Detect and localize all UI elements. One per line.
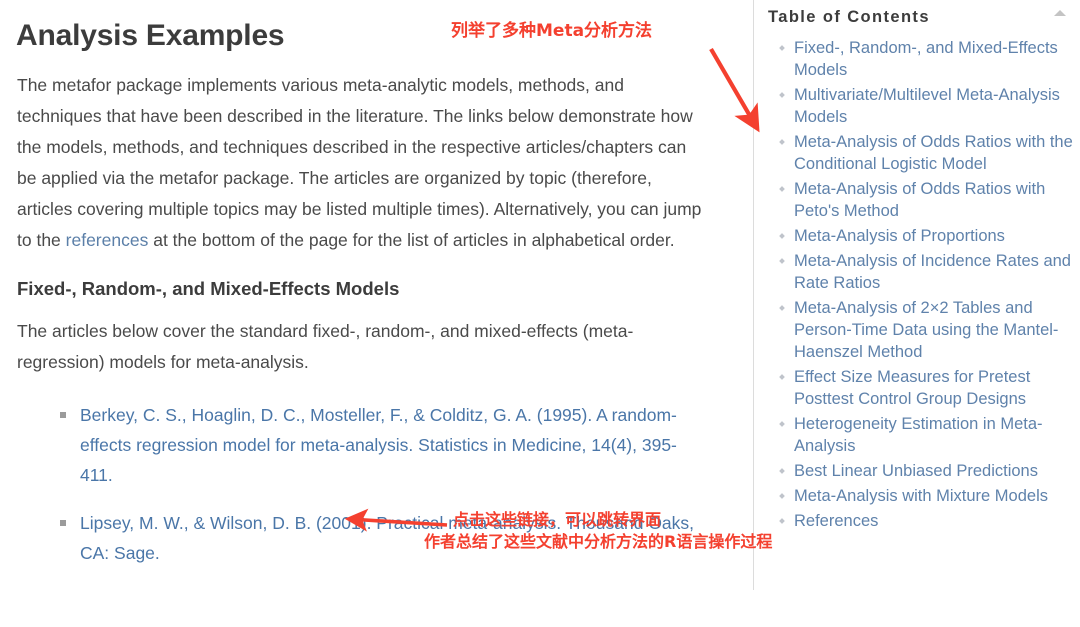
- toc-item: References: [754, 510, 1080, 532]
- toc-link[interactable]: Heterogeneity Estimation in Meta-Analysi…: [794, 413, 1074, 457]
- toc-item: Meta-Analysis of 2×2 Tables and Person-T…: [754, 297, 1080, 363]
- toc-item: Best Linear Unbiased Predictions: [754, 460, 1080, 482]
- diamond-bullet-icon: [779, 139, 785, 145]
- section-heading: Fixed-, Random-, and Mixed-Effects Model…: [17, 278, 400, 299]
- toc-link[interactable]: Best Linear Unbiased Predictions: [794, 460, 1074, 482]
- square-bullet-icon: [60, 520, 66, 526]
- reference-list: Berkey, C. S., Hoaglin, D. C., Mosteller…: [0, 378, 742, 568]
- toc-item: Meta-Analysis of Incidence Rates and Rat…: [754, 250, 1080, 294]
- diamond-bullet-icon: [779, 421, 785, 427]
- toc-item: Meta-Analysis with Mixture Models: [754, 485, 1080, 507]
- diamond-bullet-icon: [779, 374, 785, 380]
- reference-link[interactable]: Lipsey, M. W., & Wilson, D. B. (2001). P…: [80, 513, 694, 563]
- diamond-bullet-icon: [779, 258, 785, 264]
- list-item: Berkey, C. S., Hoaglin, D. C., Mosteller…: [0, 400, 742, 490]
- diamond-bullet-icon: [779, 92, 785, 98]
- toc-link[interactable]: Fixed-, Random-, and Mixed-Effects Model…: [794, 37, 1074, 81]
- intro-text-part1: The metafor package implements various m…: [17, 75, 702, 250]
- toc-link[interactable]: Meta-Analysis of Incidence Rates and Rat…: [794, 250, 1074, 294]
- toc-item: Fixed-, Random-, and Mixed-Effects Model…: [754, 37, 1080, 81]
- square-bullet-icon: [60, 412, 66, 418]
- toc-header: Table of Contents: [754, 0, 1080, 28]
- page-title: Analysis Examples: [16, 19, 285, 52]
- table-of-contents-panel: Table of Contents Fixed-, Random-, and M…: [754, 0, 1080, 627]
- toc-item: Multivariate/Multilevel Meta-Analysis Mo…: [754, 84, 1080, 128]
- reference-link[interactable]: Berkey, C. S., Hoaglin, D. C., Mosteller…: [80, 405, 677, 485]
- intro-paragraph: The metafor package implements various m…: [0, 54, 742, 256]
- list-item: Lipsey, M. W., & Wilson, D. B. (2001). P…: [0, 508, 742, 568]
- article-column: Analysis Examples The metafor package im…: [0, 0, 742, 627]
- toc-link[interactable]: Meta-Analysis of Proportions: [794, 225, 1074, 247]
- references-link[interactable]: references: [66, 230, 149, 250]
- diamond-bullet-icon: [779, 233, 785, 239]
- intro-text-part2: at the bottom of the page for the list o…: [148, 230, 675, 250]
- section-paragraph: The articles below cover the standard fi…: [17, 321, 634, 372]
- diamond-bullet-icon: [779, 305, 785, 311]
- toc-link[interactable]: Meta-Analysis with Mixture Models: [794, 485, 1074, 507]
- diamond-bullet-icon: [779, 45, 785, 51]
- toc-link[interactable]: Multivariate/Multilevel Meta-Analysis Mo…: [794, 84, 1074, 128]
- toc-item: Meta-Analysis of Proportions: [754, 225, 1080, 247]
- toc-item: Heterogeneity Estimation in Meta-Analysi…: [754, 413, 1080, 457]
- toc-list: Fixed-, Random-, and Mixed-Effects Model…: [754, 28, 1080, 532]
- chevron-up-icon[interactable]: [1054, 10, 1066, 16]
- diamond-bullet-icon: [779, 186, 785, 192]
- toc-link[interactable]: References: [794, 510, 1074, 532]
- toc-item: Meta-Analysis of Odds Ratios with the Co…: [754, 131, 1080, 175]
- toc-title: Table of Contents: [768, 8, 930, 26]
- diamond-bullet-icon: [779, 493, 785, 499]
- page-root: Analysis Examples The metafor package im…: [0, 0, 1080, 627]
- toc-item: Meta-Analysis of Odds Ratios with Peto's…: [754, 178, 1080, 222]
- diamond-bullet-icon: [779, 518, 785, 524]
- toc-item: Effect Size Measures for Pretest Posttes…: [754, 366, 1080, 410]
- toc-link[interactable]: Meta-Analysis of Odds Ratios with the Co…: [794, 131, 1074, 175]
- toc-link[interactable]: Effect Size Measures for Pretest Posttes…: [794, 366, 1074, 410]
- toc-link[interactable]: Meta-Analysis of 2×2 Tables and Person-T…: [794, 297, 1074, 363]
- toc-link[interactable]: Meta-Analysis of Odds Ratios with Peto's…: [794, 178, 1074, 222]
- diamond-bullet-icon: [779, 468, 785, 474]
